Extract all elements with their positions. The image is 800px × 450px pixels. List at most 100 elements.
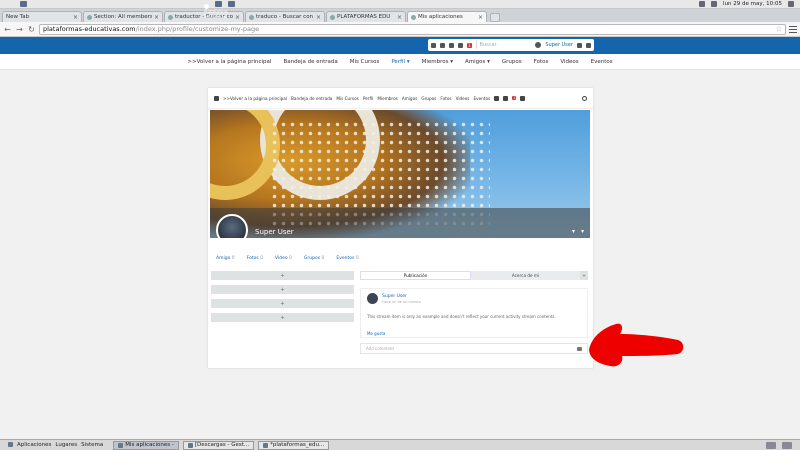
post-author[interactable]: Super User [382,294,407,299]
show-desktop-icon[interactable] [8,442,13,447]
cover-options: ▾ ▾ [572,228,584,235]
search-input[interactable]: Buscar [475,41,532,49]
counter-groups[interactable]: Grupos 0 [304,256,324,266]
home-icon[interactable] [431,42,436,48]
browser-tab[interactable]: PLATAFORMAS EDU × [326,11,406,22]
comment-input[interactable]: Add comment [360,343,588,354]
friends-icon[interactable] [494,95,500,101]
counter-friends[interactable]: Amigo 0 [216,256,235,266]
volume-icon[interactable] [711,1,718,7]
camera-icon[interactable] [577,346,582,351]
browser-tab[interactable]: Section: All members × [83,11,163,22]
inner-nav-item[interactable]: Videos [456,96,470,101]
power-icon[interactable] [586,42,591,48]
user-name-link[interactable]: Super User [545,42,573,48]
notifications-icon[interactable] [503,95,509,101]
site-logo[interactable]: Plataformas Educativas [204,3,230,19]
close-icon[interactable]: × [478,14,483,21]
app-launcher-icon[interactable] [20,1,27,7]
inner-nav-item[interactable]: Fotos [440,96,451,101]
nav-home-link[interactable]: >>Volver a la página principal [187,59,271,65]
notification-badge: 1 [512,96,517,100]
bookmark-star-icon[interactable]: ☆ [776,25,782,33]
inner-nav-item[interactable]: Mis Cursos [336,96,359,101]
gear-icon[interactable] [577,42,582,48]
avatar[interactable] [367,293,378,304]
taskbar-window-button[interactable]: *plataformas_edu... [258,440,330,450]
workspace-switcher-icon[interactable] [766,441,776,449]
user-toolbar: 1 Buscar Super User [428,39,594,51]
nav-members[interactable]: Miembros ▾ [422,59,453,65]
add-widget-button[interactable]: + [211,299,354,308]
messages-icon[interactable] [458,42,463,48]
network-icon[interactable] [699,1,706,7]
image-editor-icon [263,442,269,448]
main-navigation: >>Volver a la página principal Bandeja d… [0,54,800,70]
friends-icon[interactable] [440,42,445,48]
reload-icon[interactable]: ↻ [27,25,36,34]
search-icon[interactable] [520,95,526,101]
close-icon[interactable]: × [397,14,402,21]
power-icon[interactable] [788,1,794,7]
tab-acerca-de-mi[interactable]: Acerca de mi [471,271,580,280]
url-input[interactable]: plataformas-educativas.com/index.php/pro… [39,23,786,35]
cover-options-caret-icon[interactable]: ▾ [572,228,575,235]
cover-photo: Super User ▾ ▾ [210,110,590,238]
menu-aplicaciones[interactable]: Aplicaciones [17,442,51,448]
close-icon[interactable]: × [316,14,321,21]
taskbar-window-button[interactable]: Mis aplicaciones - [113,440,179,450]
add-widget-button[interactable]: + [211,313,354,322]
tab-publicacion[interactable]: Publicación [360,271,471,280]
browser-tab-active[interactable]: Mis aplicaciones × [407,11,487,22]
logout-icon[interactable] [582,95,587,101]
post-time: Hace un de un minuto [382,300,421,304]
nav-inbox[interactable]: Bandeja de entrada [283,59,337,65]
add-widget-button[interactable]: + [211,285,354,294]
add-tab-button[interactable]: + [580,271,588,280]
home-icon[interactable] [214,95,219,101]
new-tab-button[interactable] [490,13,500,22]
stream-tabs: Publicación Acerca de mi + [360,271,588,280]
menu-sistema[interactable]: Sistema [81,442,103,448]
profile-avatar[interactable] [216,214,248,238]
add-widget-button[interactable]: + [211,271,354,280]
close-icon[interactable]: × [154,14,159,21]
counter-events[interactable]: Eventos 0 [336,256,358,266]
taskbar-window-button[interactable]: [Descargas - Gest... [182,440,255,450]
inner-nav-item[interactable]: Bandeja de entrada [291,96,332,101]
nav-events[interactable]: Eventos [591,59,613,65]
cover-options-caret-icon-2[interactable]: ▾ [581,228,584,235]
close-icon[interactable]: × [73,14,78,21]
like-link[interactable]: Me gusta [367,331,385,336]
inner-nav-item[interactable]: Amigos [402,96,418,101]
browser-tab[interactable]: traduco - Buscar con × [245,11,325,22]
counter-photos[interactable]: Fotos 0 [247,256,263,266]
avatar[interactable] [535,42,542,48]
counter-videos[interactable]: Video 0 [275,256,292,266]
menu-lugares[interactable]: Lugares [55,442,77,448]
inner-nav-item[interactable]: Perfil [363,96,373,101]
desktop-top-panel: lun 29 de may, 10:05 [0,0,800,9]
notifications-icon[interactable] [449,42,454,48]
back-icon[interactable]: ← [3,25,12,34]
inner-nav-item[interactable]: Miembros [377,96,397,101]
nav-profile[interactable]: Perfil ▾ [391,59,409,65]
address-toolbar: ← → ↻ plataformas-educativas.com/index.p… [0,22,800,37]
nav-courses[interactable]: Mis Cursos [350,59,380,65]
favicon-icon [411,14,416,20]
workspace-switcher-icon-2[interactable] [782,441,792,449]
nav-friends[interactable]: Amigos ▾ [465,59,490,65]
profile-container: >>Volver a la página principal Bandeja d… [208,88,593,368]
browser-menu-icon[interactable] [789,25,797,33]
nav-groups[interactable]: Grupos [502,59,522,65]
browser-tab[interactable]: New Tab × [2,11,82,22]
inner-nav-item[interactable]: Eventos [474,96,491,101]
nav-photos[interactable]: Fotos [534,59,549,65]
inner-nav-item[interactable]: >>Volver a la página principal [223,96,287,101]
close-icon[interactable]: × [235,14,240,21]
clock[interactable]: lun 29 de may, 10:05 [723,1,782,7]
google-icon [168,14,173,20]
nav-videos[interactable]: Videos [560,59,578,65]
inner-nav-item[interactable]: Grupos [421,96,436,101]
forward-icon[interactable]: → [15,25,24,34]
